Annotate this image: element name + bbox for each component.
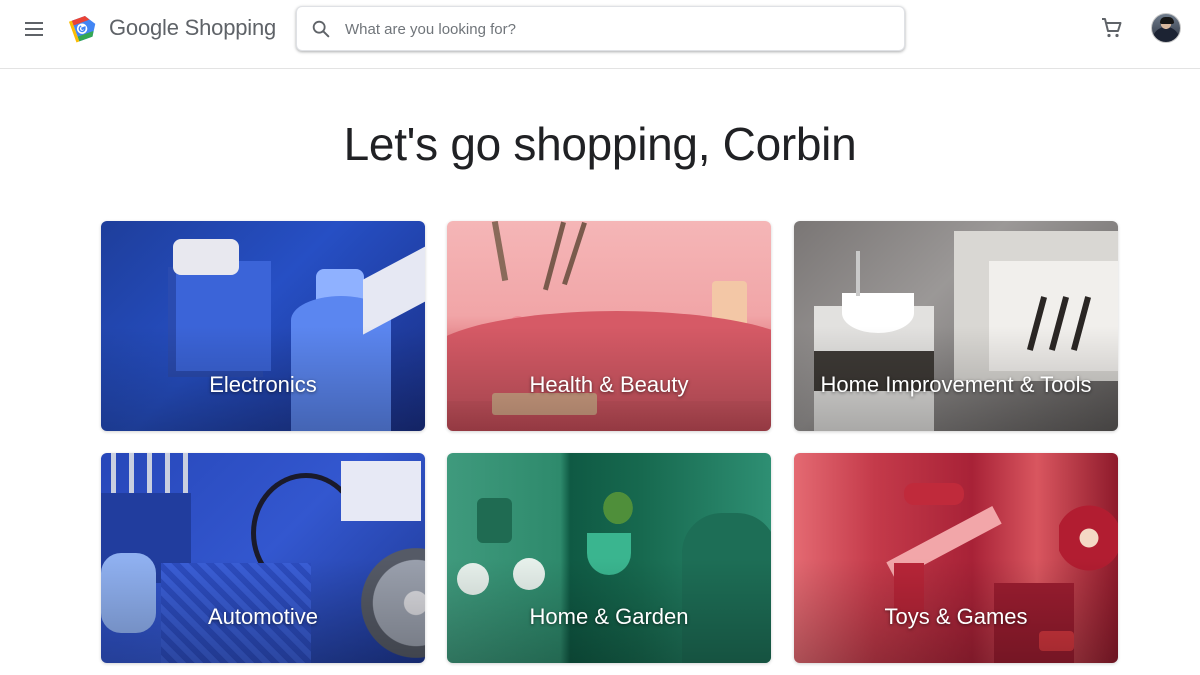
account-avatar[interactable] (1151, 13, 1181, 43)
search-box[interactable] (296, 6, 905, 51)
category-label: Electronics (209, 372, 317, 397)
google-shopping-logo[interactable]: Google Shopping (67, 11, 276, 45)
category-card-health-beauty[interactable]: Health & Beauty (447, 221, 771, 431)
category-label: Health & Beauty (529, 372, 689, 397)
shopping-cart-icon[interactable] (1100, 16, 1124, 40)
category-grid: Electronics Health & Beauty Home Improve… (101, 221, 1118, 663)
category-card-home-improvement-tools[interactable]: Home Improvement & Tools (794, 221, 1118, 431)
search-icon[interactable] (310, 18, 332, 40)
google-shopping-tag-icon (68, 15, 96, 43)
category-label: Home Improvement & Tools (820, 372, 1092, 397)
logo-text: Google Shopping (109, 15, 277, 40)
search-input[interactable] (345, 13, 885, 45)
category-card-home-garden[interactable]: Home & Garden (447, 453, 771, 663)
page-title: Let's go shopping, Corbin (343, 118, 857, 170)
category-card-toys-games[interactable]: Toys & Games (794, 453, 1118, 663)
category-card-electronics[interactable]: Electronics (101, 221, 425, 431)
category-label: Home & Garden (529, 604, 689, 629)
category-label: Toys & Games (884, 604, 1028, 629)
category-label: Automotive (207, 604, 319, 629)
category-card-automotive[interactable]: Automotive (101, 453, 425, 663)
menu-icon[interactable] (22, 17, 46, 41)
top-bar: Google Shopping (0, 0, 1200, 69)
